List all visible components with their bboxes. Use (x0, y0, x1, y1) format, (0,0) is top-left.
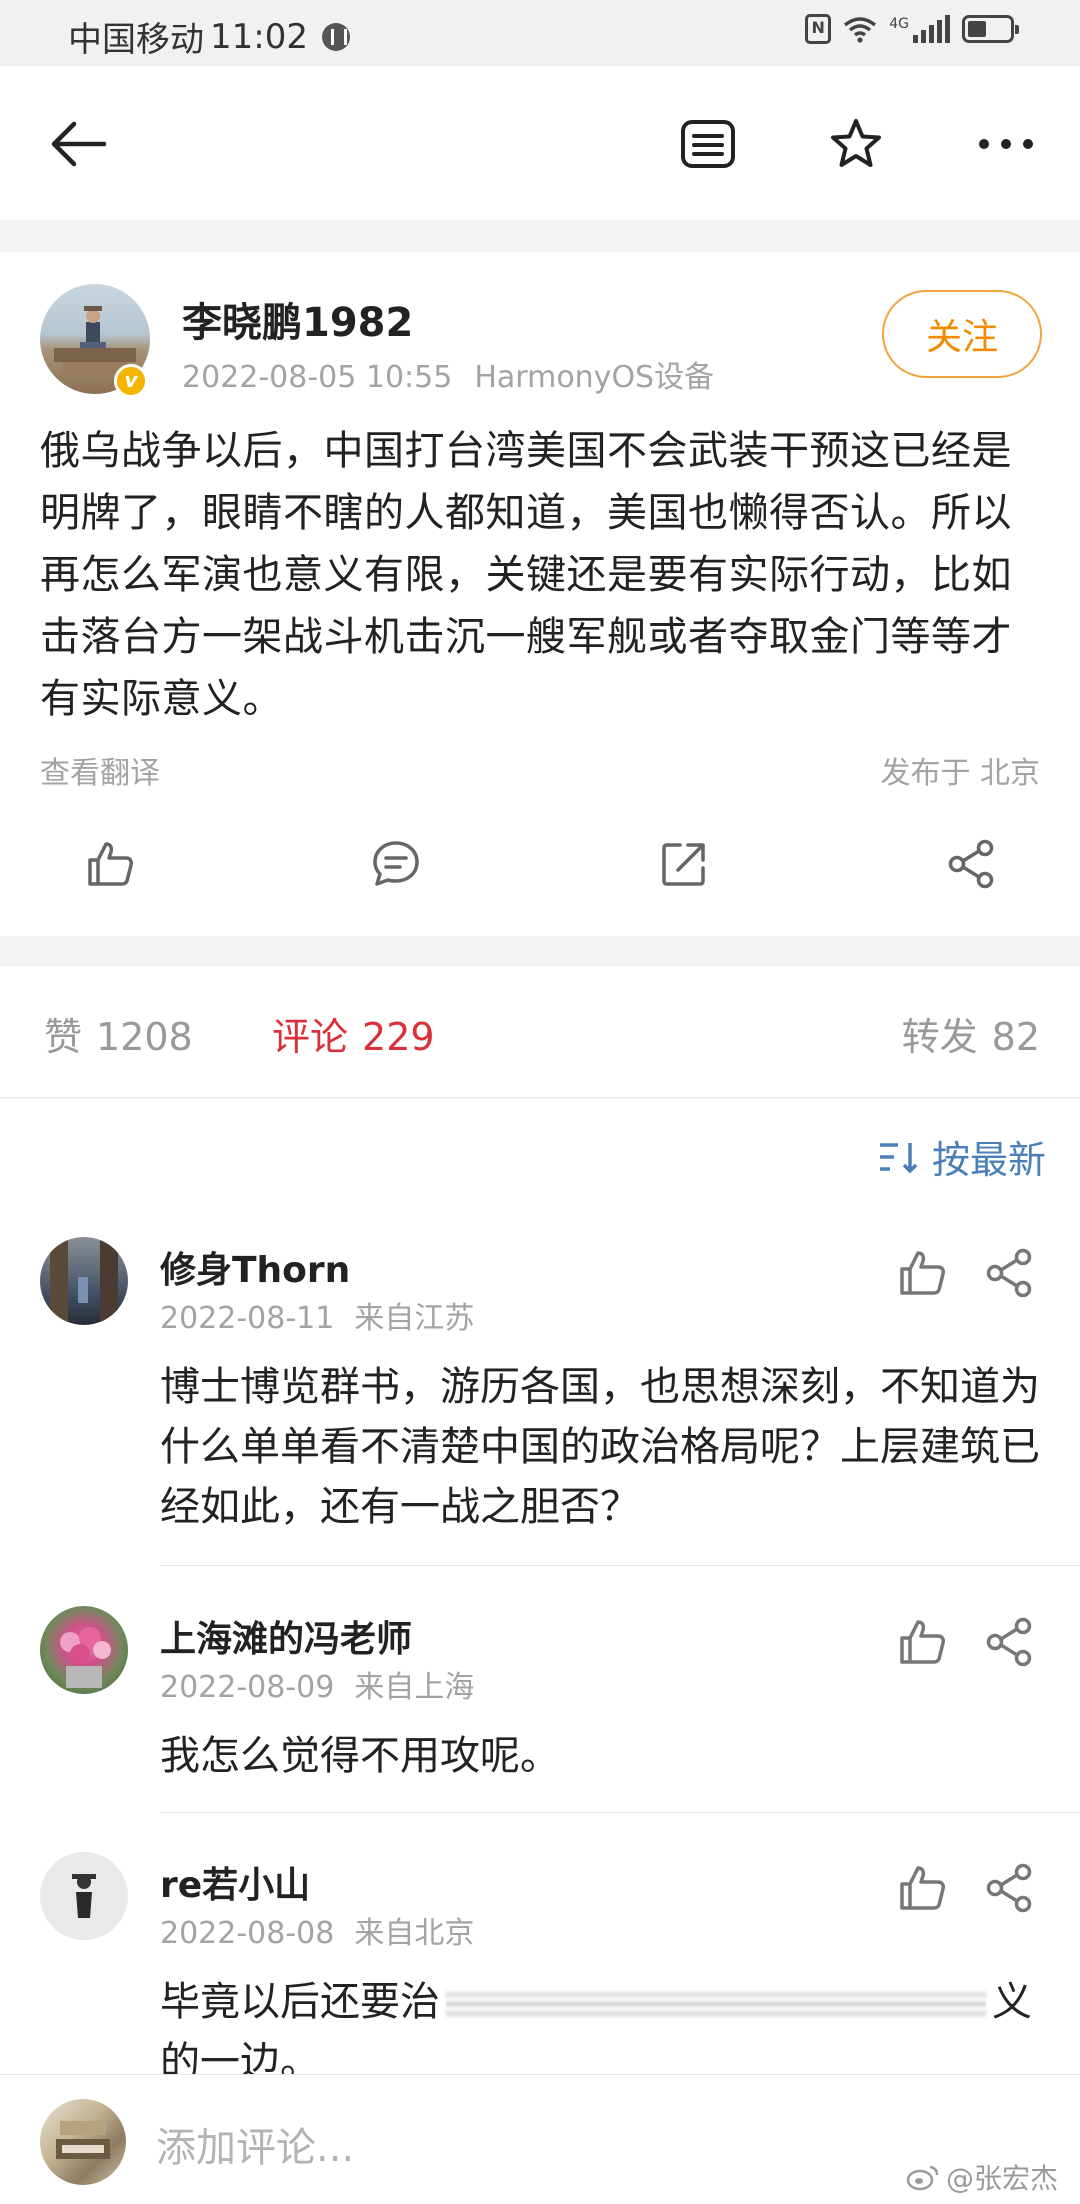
comment-like-icon[interactable] (896, 1862, 948, 1914)
top-toolbar (0, 66, 1080, 220)
post-location: 发布于 北京 (880, 756, 1040, 791)
comment-composer: 添加评论... @张宏杰 (0, 2074, 1080, 2204)
signal-icon (913, 15, 950, 43)
comment-like-icon[interactable] (896, 1247, 948, 1299)
likes-count: 1208 (96, 1015, 193, 1059)
comment-text: 博士博览群书，游历各国，也思想深刻，不知道为什么单单看不清楚中国的政治格局呢？上… (160, 1364, 1040, 1530)
follow-button[interactable]: 关注 (882, 290, 1042, 378)
my-avatar[interactable] (40, 2099, 126, 2185)
comment-meta: 2022-08-09 来自上海 (160, 1662, 474, 1706)
comment-share-icon[interactable] (984, 1247, 1036, 1299)
divider (160, 1565, 1080, 1566)
comment-date: 2022-08-09 (160, 1670, 335, 1705)
comment-meta: 2022-08-08 来自北京 (160, 1908, 474, 1952)
network-type: 4G (889, 16, 909, 32)
back-arrow-icon (51, 121, 107, 167)
more-button[interactable] (968, 106, 1044, 182)
reposts-label: 转发 (901, 1015, 978, 1059)
more-dots-icon (979, 139, 1033, 149)
comment-text-line2: 的一边。 (160, 2039, 320, 2074)
share-icon (948, 839, 994, 889)
post-device: HarmonyOS设备 (474, 360, 715, 395)
comment-text: 毕竟以后还要治 义 的一边。 (160, 1972, 1040, 2074)
tab-reposts[interactable]: 转发 82 (902, 1006, 1040, 1061)
sort-icon (879, 1142, 918, 1173)
commenter-name[interactable]: 上海滩的冯老师 (160, 1610, 412, 1662)
comment-text-start: 毕竟以后还要治 (160, 1979, 440, 2025)
verified-badge-icon: v (114, 364, 148, 398)
divider (160, 1812, 1080, 1813)
comment-share-icon[interactable] (984, 1616, 1036, 1668)
commenter-avatar[interactable] (40, 1852, 128, 1940)
comment-text-end: 义 (992, 1979, 1032, 2025)
carrier-label: 中国移动 (68, 20, 204, 60)
comments-label: 评论 (272, 1015, 349, 1059)
commenter-name[interactable]: 修身Thorn (160, 1241, 350, 1293)
translate-link[interactable]: 查看翻译 (40, 748, 160, 792)
comments-count: 229 (362, 1015, 435, 1059)
redacted-text (446, 1989, 986, 2019)
like-button[interactable] (78, 832, 142, 896)
favorite-button[interactable] (818, 106, 894, 182)
comment-source: 来自北京 (354, 1916, 475, 1951)
sort-button[interactable]: 按最新 (878, 1129, 1046, 1184)
author-name[interactable]: 李晓鹏1982 (182, 290, 413, 348)
archive-list-icon (681, 120, 735, 168)
tab-likes[interactable]: 赞 1208 (44, 1006, 193, 1061)
tab-comments[interactable]: 评论 229 (272, 1006, 435, 1061)
repost-button[interactable] (652, 832, 716, 896)
commenter-avatar[interactable] (40, 1606, 128, 1694)
sort-label: 按最新 (931, 1138, 1046, 1182)
post-card: v 李晓鹏1982 2022-08-05 10:55 HarmonyOS设备 关注… (0, 252, 1080, 936)
status-bar: 中国移动 11:02 N 4G (0, 0, 1080, 66)
wifi-icon (844, 17, 877, 43)
repost-icon (662, 843, 705, 886)
likes-label: 赞 (44, 1015, 83, 1059)
nfc-icon: N (805, 14, 832, 44)
comment-text: 我怎么觉得不用攻呢。 (160, 1733, 560, 1779)
share-button[interactable] (940, 832, 1004, 896)
commenter-name[interactable]: re若小山 (160, 1856, 310, 1908)
post-text: 俄乌战争以后，中国打台湾美国不会武装干预这已经是明牌了，眼睛不瞎的人都知道，美国… (40, 428, 1012, 722)
battery-icon (962, 15, 1019, 43)
comment-like-icon[interactable] (896, 1616, 948, 1668)
commenter-avatar[interactable] (40, 1237, 128, 1325)
status-time: 11:02 (210, 16, 308, 57)
comment-button[interactable] (364, 832, 428, 896)
comment-share-icon[interactable] (984, 1862, 1036, 1914)
watermark-text: @张宏杰 (945, 2162, 1058, 2195)
star-icon (831, 119, 881, 167)
watermark: @张宏杰 (906, 2157, 1058, 2197)
media-playing-icon (321, 22, 350, 51)
thumbs-up-icon (88, 842, 133, 886)
comment-bubble-icon (373, 841, 419, 886)
stats-tabs: 赞 1208 评论 229 转发 82 (0, 966, 1080, 1098)
post-date: 2022-08-05 10:55 (182, 360, 453, 395)
comment-source: 来自江苏 (354, 1301, 475, 1336)
comment-date: 2022-08-11 (160, 1301, 335, 1336)
reposts-count: 82 (991, 1015, 1040, 1059)
comment-source: 来自上海 (354, 1670, 475, 1705)
archive-button[interactable] (670, 106, 746, 182)
post-actions (0, 822, 1080, 912)
comment-date: 2022-08-08 (160, 1916, 335, 1951)
weibo-logo-icon (906, 2165, 939, 2191)
comment-meta: 2022-08-11 来自江苏 (160, 1293, 474, 1337)
comment-list: 按最新 修身Thorn 2022-08-11 来自江苏 博士博览群书，游历各国，也… (0, 1099, 1080, 2074)
back-button[interactable] (40, 106, 116, 182)
comment-input[interactable]: 添加评论... (156, 2115, 354, 2173)
post-meta: 2022-08-05 10:55 HarmonyOS设备 (182, 352, 714, 396)
